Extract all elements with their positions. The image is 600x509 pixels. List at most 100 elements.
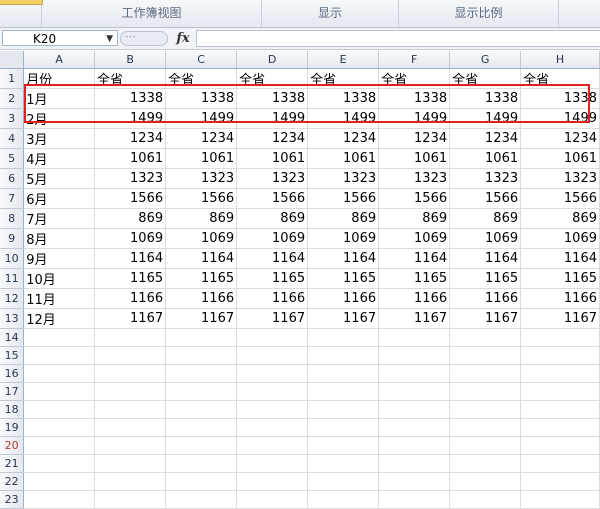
row-header[interactable]: 21 [0, 454, 25, 473]
cell[interactable] [165, 454, 238, 473]
cell[interactable] [23, 400, 96, 419]
row-header[interactable]: 15 [0, 346, 25, 365]
cell[interactable]: 1499 [378, 108, 451, 129]
cell[interactable] [520, 346, 600, 365]
cell[interactable]: 8月 [23, 228, 96, 249]
cell[interactable] [165, 328, 238, 347]
cell[interactable]: 1165 [307, 268, 380, 289]
cell[interactable] [236, 328, 309, 347]
cell[interactable] [378, 418, 451, 437]
cell[interactable]: 1499 [94, 108, 167, 129]
cell[interactable]: 10月 [23, 268, 96, 289]
cell[interactable] [23, 382, 96, 401]
cell[interactable]: 1338 [520, 88, 600, 109]
cell[interactable]: 7月 [23, 208, 96, 229]
row-header[interactable]: 10 [0, 248, 25, 269]
cell[interactable] [307, 418, 380, 437]
cell[interactable] [94, 400, 167, 419]
cell[interactable]: 1166 [378, 288, 451, 309]
cell[interactable]: 1566 [307, 188, 380, 209]
cell[interactable]: 1338 [94, 88, 167, 109]
cell[interactable]: 1338 [378, 88, 451, 109]
row-header[interactable]: 3 [0, 108, 25, 129]
column-header-c[interactable]: C [165, 51, 238, 69]
cell[interactable]: 1166 [307, 288, 380, 309]
cell[interactable]: 1167 [165, 308, 238, 329]
cell[interactable] [23, 418, 96, 437]
cell[interactable]: 869 [307, 208, 380, 229]
row-header[interactable]: 22 [0, 472, 25, 491]
cell[interactable] [165, 418, 238, 437]
column-header-d[interactable]: D [236, 51, 309, 69]
cell[interactable] [307, 346, 380, 365]
cell[interactable] [449, 328, 522, 347]
cell[interactable]: 1323 [520, 168, 600, 189]
cell[interactable] [236, 472, 309, 491]
row-header[interactable]: 1 [0, 68, 25, 89]
cell[interactable]: 1234 [378, 128, 451, 149]
cell[interactable]: 1164 [307, 248, 380, 269]
cell[interactable]: 1069 [94, 228, 167, 249]
cell[interactable]: 1061 [378, 148, 451, 169]
cell[interactable]: 869 [520, 208, 600, 229]
cell[interactable]: 1566 [165, 188, 238, 209]
cell[interactable]: 11月 [23, 288, 96, 309]
row-header[interactable]: 11 [0, 268, 25, 289]
cell[interactable] [520, 418, 600, 437]
chevron-down-icon[interactable]: ▼ [106, 31, 113, 47]
cell[interactable]: 1566 [520, 188, 600, 209]
column-header-h[interactable]: H [520, 51, 600, 69]
cell[interactable]: 1164 [449, 248, 522, 269]
cell[interactable] [236, 346, 309, 365]
row-header[interactable]: 12 [0, 288, 25, 309]
cell[interactable]: 1069 [378, 228, 451, 249]
cell[interactable]: 1323 [378, 168, 451, 189]
cell[interactable]: 869 [165, 208, 238, 229]
cell[interactable]: 869 [449, 208, 522, 229]
cell[interactable] [23, 328, 96, 347]
cell[interactable]: 全省 [520, 68, 600, 89]
cell[interactable] [520, 382, 600, 401]
cell[interactable]: 1499 [165, 108, 238, 129]
cell[interactable]: 1166 [449, 288, 522, 309]
cell[interactable]: 全省 [236, 68, 309, 89]
cell[interactable] [520, 328, 600, 347]
cell[interactable] [94, 328, 167, 347]
cell[interactable]: 1165 [165, 268, 238, 289]
cell[interactable]: 1499 [449, 108, 522, 129]
row-header[interactable]: 16 [0, 364, 25, 383]
cell[interactable]: 1167 [307, 308, 380, 329]
cell[interactable] [23, 346, 96, 365]
cell[interactable]: 869 [94, 208, 167, 229]
cell[interactable]: 1234 [94, 128, 167, 149]
cell[interactable] [520, 490, 600, 509]
cell[interactable]: 1061 [165, 148, 238, 169]
cell[interactable] [94, 472, 167, 491]
cell[interactable] [378, 346, 451, 365]
row-header[interactable]: 13 [0, 308, 25, 329]
cell[interactable] [94, 454, 167, 473]
formula-input[interactable] [196, 30, 600, 47]
cell[interactable] [378, 328, 451, 347]
cell[interactable]: 1069 [307, 228, 380, 249]
cell[interactable]: 1338 [236, 88, 309, 109]
cell[interactable]: 1338 [307, 88, 380, 109]
cell[interactable]: 1061 [520, 148, 600, 169]
cell[interactable]: 1323 [449, 168, 522, 189]
cell[interactable] [378, 400, 451, 419]
cell[interactable] [449, 454, 522, 473]
row-header[interactable]: 20 [0, 436, 25, 455]
name-box[interactable]: K20 ▼ [2, 30, 118, 46]
row-header[interactable]: 6 [0, 168, 25, 189]
cell[interactable]: 1566 [236, 188, 309, 209]
cell[interactable] [449, 346, 522, 365]
cell[interactable]: 1069 [520, 228, 600, 249]
cell[interactable] [236, 382, 309, 401]
cell[interactable]: 4月 [23, 148, 96, 169]
cell[interactable]: 1338 [165, 88, 238, 109]
cell[interactable]: 9月 [23, 248, 96, 269]
cell[interactable]: 1566 [449, 188, 522, 209]
cell[interactable] [23, 364, 96, 383]
cell[interactable]: 全省 [307, 68, 380, 89]
cell[interactable] [236, 418, 309, 437]
